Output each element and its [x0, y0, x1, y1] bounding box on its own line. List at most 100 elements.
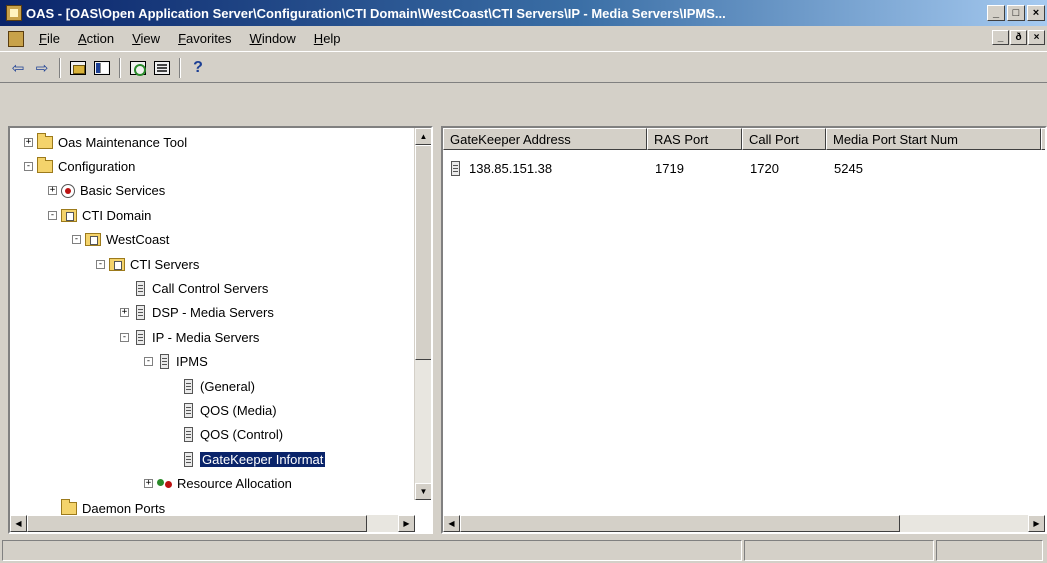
server-icon	[136, 305, 145, 321]
close-button[interactable]: ×	[1027, 5, 1045, 21]
server-icon	[160, 354, 169, 370]
arrow-left-icon: ⇦	[11, 59, 25, 77]
console-tree-icon	[94, 60, 110, 75]
server-icon	[184, 402, 193, 418]
server-icon	[451, 160, 460, 176]
tree-item-label: CTI Domain	[82, 207, 152, 223]
document-icon[interactable]	[8, 30, 24, 47]
back-button[interactable]: ⇦	[6, 57, 30, 79]
export-list-icon	[154, 60, 170, 75]
menu-file[interactable]: File	[30, 31, 69, 46]
collapse-icon[interactable]: -	[72, 235, 81, 245]
column-header-call-port[interactable]: Call Port	[742, 128, 826, 150]
tree-item-label: IP - Media Servers	[152, 329, 260, 345]
resource-allocation-icon	[157, 477, 172, 491]
menu-view[interactable]: View	[123, 31, 169, 46]
title-bar: OAS - [OAS\Open Application Server\Confi…	[0, 0, 1047, 26]
help-button[interactable]: ?	[186, 57, 210, 79]
expand-icon[interactable]: +	[144, 479, 153, 489]
menu-window[interactable]: Window	[241, 31, 305, 46]
expand-icon[interactable]: +	[120, 308, 129, 318]
toolbar-separator	[179, 57, 181, 78]
refresh-icon	[130, 60, 146, 76]
refresh-button[interactable]	[126, 57, 150, 79]
arrow-right-icon: ⇨	[35, 59, 49, 77]
tree-item-label: IPMS	[176, 354, 208, 370]
scroll-down-arrow-icon[interactable]: ▼	[415, 483, 431, 500]
mdi-minimize-button[interactable]: _	[992, 30, 1009, 45]
caption-buttons: _ □ ×	[987, 5, 1045, 21]
tree-item[interactable]: QOS (Control)	[168, 424, 283, 446]
status-bar	[0, 538, 1047, 563]
scroll-left-arrow-icon[interactable]: ◀	[10, 515, 27, 532]
tree-item[interactable]: - WestCoast	[72, 229, 169, 251]
scroll-right-arrow-icon[interactable]: ▶	[1028, 515, 1045, 532]
folder-icon	[37, 156, 53, 173]
minimize-button[interactable]: _	[987, 5, 1005, 21]
domain-folder-icon	[61, 208, 77, 222]
tree-item[interactable]: - IPMS	[144, 351, 208, 373]
folder-icon	[37, 132, 53, 149]
forward-button[interactable]: ⇨	[30, 57, 54, 79]
tree-item[interactable]: (General)	[168, 375, 255, 397]
tree-item-label: GateKeeper Informat	[200, 451, 326, 467]
server-icon	[184, 378, 193, 394]
maximize-button[interactable]: □	[1007, 5, 1025, 21]
show-hide-tree-button[interactable]	[90, 57, 114, 79]
collapse-icon[interactable]: -	[120, 332, 129, 342]
tree-item[interactable]: + DSP - Media Servers	[120, 302, 274, 324]
scroll-up-arrow-icon[interactable]: ▲	[415, 128, 431, 145]
tree-item[interactable]: - Configuration	[24, 155, 135, 177]
expand-icon[interactable]: +	[48, 186, 57, 196]
collapse-icon[interactable]: -	[144, 357, 153, 367]
console-tree[interactable]: + Oas Maintenance Tool - Configuration + Basi…	[8, 126, 433, 534]
tree-item[interactable]: + Basic Services	[48, 180, 165, 202]
scrollbar-thumb[interactable]	[415, 145, 431, 360]
app-icon[interactable]	[6, 5, 22, 21]
tree-item-label: Call Control Servers	[152, 280, 269, 296]
tree-item[interactable]: QOS (Media)	[168, 399, 277, 421]
column-header-ras-port[interactable]: RAS Port	[647, 128, 742, 150]
ras-port-cell: 1719	[655, 160, 684, 176]
expand-icon[interactable]: +	[24, 137, 33, 147]
help-icon: ?	[193, 58, 203, 76]
collapse-icon[interactable]: -	[48, 210, 57, 220]
up-one-level-button[interactable]	[66, 57, 90, 79]
column-header-extra[interactable]	[1041, 128, 1045, 150]
tree-item[interactable]: Call Control Servers	[120, 277, 268, 299]
details-list[interactable]: GateKeeper Address RAS Port Call Port Me…	[441, 126, 1047, 534]
export-list-button[interactable]	[150, 57, 174, 79]
server-icon	[184, 427, 193, 443]
menu-favorites[interactable]: Favorites	[169, 31, 240, 46]
mdi-restore-button[interactable]: ð	[1010, 30, 1027, 45]
tree-vertical-scrollbar[interactable]: ▲ ▼	[414, 128, 431, 500]
column-header-media-port-start-num[interactable]: Media Port Start Num	[826, 128, 1041, 150]
tree-horizontal-scrollbar[interactable]: ◀ ▶	[10, 515, 415, 532]
tree-item[interactable]: + Resource Allocation	[144, 473, 292, 495]
table-row[interactable]: 138.85.151.38 1719 1720 5245	[443, 158, 1028, 178]
menu-help[interactable]: Help	[305, 31, 350, 46]
tree-item[interactable]: GateKeeper Informat	[168, 448, 326, 470]
tree-item[interactable]: - CTI Domain	[48, 204, 151, 226]
column-header-gatekeeper-address[interactable]: GateKeeper Address	[443, 128, 647, 150]
tree-item[interactable]: - IP - Media Servers	[120, 326, 259, 348]
domain-folder-icon	[109, 257, 125, 271]
collapse-icon[interactable]: -	[96, 259, 105, 269]
server-icon	[184, 451, 193, 467]
mdi-close-button[interactable]: ×	[1028, 30, 1045, 45]
tree-item-label: QOS (Media)	[200, 402, 277, 418]
scrollbar-thumb[interactable]	[460, 515, 900, 532]
toolbar-separator	[59, 57, 61, 78]
tree-item[interactable]: - CTI Servers	[96, 253, 199, 275]
tree-item-label: CTI Servers	[130, 256, 200, 272]
collapse-icon[interactable]: -	[24, 161, 33, 171]
status-panel-right	[936, 540, 1043, 561]
menu-action[interactable]: Action	[69, 31, 123, 46]
scroll-right-arrow-icon[interactable]: ▶	[398, 515, 415, 532]
list-horizontal-scrollbar[interactable]: ◀ ▶	[443, 515, 1045, 532]
tree-item-label: Daemon Ports	[82, 500, 166, 516]
server-icon	[136, 280, 145, 296]
tree-item[interactable]: + Oas Maintenance Tool	[24, 131, 187, 153]
scrollbar-thumb[interactable]	[27, 515, 367, 532]
scroll-left-arrow-icon[interactable]: ◀	[443, 515, 460, 532]
